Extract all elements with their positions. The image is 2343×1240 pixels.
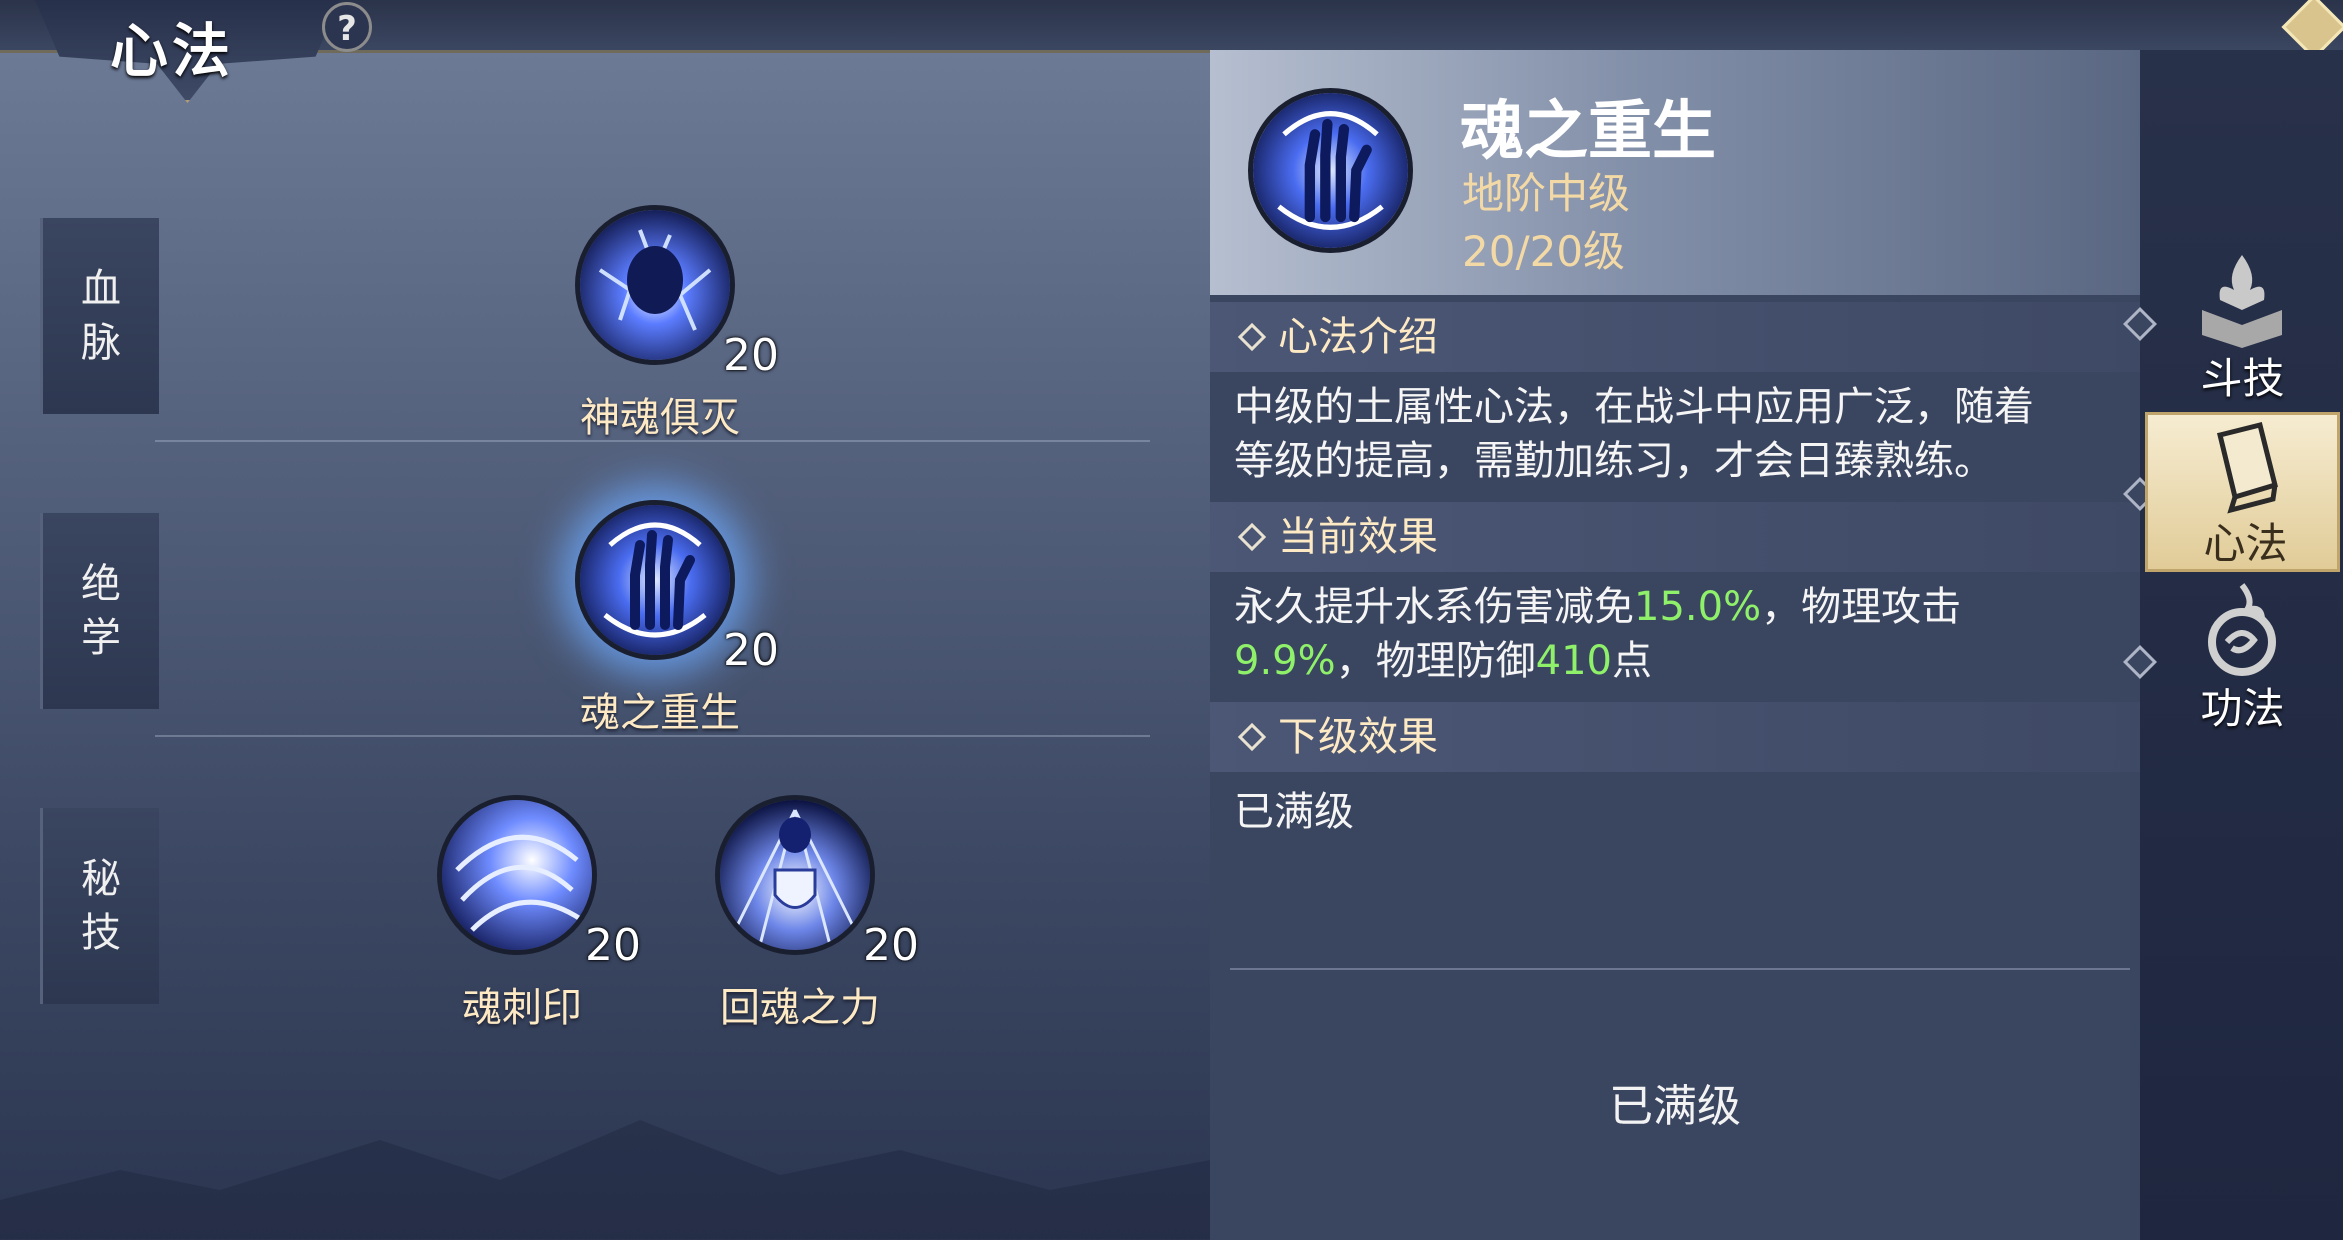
skill-level: 20: [585, 920, 641, 971]
nav-tab-gongfa[interactable]: 功法: [2145, 580, 2340, 740]
flame-swirl-icon: [2208, 583, 2276, 676]
row-divider: [155, 735, 1150, 737]
diamond-bullet-icon: [1237, 522, 1267, 552]
page-title: 心法: [110, 17, 235, 85]
row-divider: [155, 440, 1150, 442]
intro-line: 等级的提高，需勤加练习，才会日臻熟练。: [1234, 438, 1994, 484]
book-icon: [2216, 421, 2279, 514]
effect-value: 15.0%: [1634, 584, 1762, 630]
nav-tab-xinfa-active[interactable]: 心法: [2145, 412, 2340, 572]
skill-slot-hunci[interactable]: 20 魂刺印: [402, 795, 642, 1035]
skill-level: 20: [723, 330, 779, 381]
shield-spirit-icon: [715, 795, 875, 955]
skill-name: 魂刺印: [462, 985, 582, 1031]
skill-level: 20: [863, 920, 919, 971]
intro-section-heading: 心法介绍: [1210, 302, 2140, 372]
side-nav: 斗技 心法 功法: [2123, 50, 2343, 1240]
skill-name: 神魂俱灭: [580, 395, 740, 441]
row-tab-char: 血: [81, 266, 121, 312]
row-tab-bloodline: 血 脉: [40, 218, 159, 414]
row-tab-char: 技: [81, 910, 121, 956]
diamond-bullet-icon: [1237, 322, 1267, 352]
row-tab-char: 绝: [81, 561, 121, 607]
row-tab-char: 脉: [81, 320, 121, 366]
effect-text: 点: [1611, 638, 1652, 684]
row-tab-secret: 秘 技: [40, 808, 159, 1004]
detail-skill-title: 魂之重生: [1460, 95, 1716, 169]
row-tab-char: 学: [81, 615, 121, 661]
panel-divider: [1230, 968, 2130, 970]
row-tab-ultimate: 绝 学: [40, 513, 159, 709]
effect-text: 永久提升水系伤害减免: [1234, 584, 1634, 630]
next-heading-text: 下级效果: [1278, 714, 1438, 760]
effect-text: ，物理攻击: [1761, 584, 1962, 630]
skill-slot-huihun[interactable]: 20 回魂之力: [680, 795, 920, 1035]
nav-tab-label: 心法: [2203, 519, 2288, 568]
spirit-hand-icon: [1248, 88, 1413, 253]
effect-value: 9.9%: [1234, 638, 1336, 684]
diamond-bullet-icon: [1237, 722, 1267, 752]
effect-value: 410: [1535, 638, 1612, 684]
nav-tab-douji[interactable]: 斗技: [2145, 250, 2340, 410]
intro-line: 中级的土属性心法，在战斗中应用广泛，随着: [1234, 384, 2034, 430]
current-heading-text: 当前效果: [1278, 514, 1438, 560]
detail-skill-level: 20/20级: [1462, 227, 1626, 276]
detail-skill-rank: 地阶中级: [1462, 169, 1631, 218]
next-effect-text: 已满级: [1234, 789, 1354, 835]
flame-book-icon: [2202, 255, 2282, 348]
detail-header: 魂之重生 地阶中级 20/20级: [1210, 50, 2140, 295]
next-effect-heading: 下级效果: [1210, 702, 2140, 772]
row-tab-char: 秘: [81, 856, 121, 902]
skill-name: 魂之重生: [580, 690, 740, 736]
help-button[interactable]: ?: [322, 2, 372, 52]
effect-text: ，物理防御: [1335, 638, 1536, 684]
lightning-fist-icon: [575, 205, 735, 365]
nav-tab-label: 斗技: [2200, 354, 2285, 403]
swirl-seal-icon: [437, 795, 597, 955]
intro-text: 中级的土属性心法，在战斗中应用广泛，随着 等级的提高，需勤加练习，才会日臻熟练。: [1234, 380, 2124, 488]
skill-slot-hunzhi-selected[interactable]: 20 魂之重生: [540, 500, 780, 740]
current-effect-text: 永久提升水系伤害减免15.0%，物理攻击 9.9%，物理防御410点: [1234, 580, 2124, 688]
skill-slot-shenhun[interactable]: 20 神魂俱灭: [540, 205, 780, 445]
mountain-backdrop: [0, 1120, 1210, 1240]
skill-detail-panel: 魂之重生 地阶中级 20/20级 心法介绍 中级的土属性心法，在战斗中应用广泛，…: [1210, 50, 2140, 1240]
skill-name: 回魂之力: [720, 985, 880, 1031]
nav-tab-label: 功法: [2200, 684, 2285, 733]
skill-level: 20: [723, 625, 779, 676]
intro-heading-text: 心法介绍: [1278, 314, 1438, 360]
spirit-hand-icon: [575, 500, 735, 660]
max-level-status: 已满级: [1609, 1081, 1741, 1132]
current-effect-heading: 当前效果: [1210, 502, 2140, 572]
